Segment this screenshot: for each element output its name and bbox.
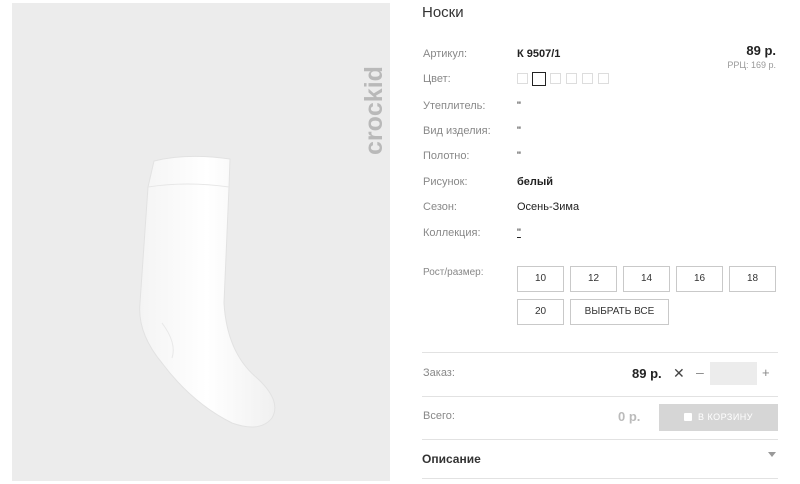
- chevron-down-icon[interactable]: [768, 452, 776, 457]
- divider: [422, 396, 778, 397]
- spec-label: Артикул:: [423, 48, 468, 60]
- spec-label: Утеплитель:: [423, 100, 486, 112]
- sock-image: [139, 155, 276, 428]
- color-swatch[interactable]: [582, 73, 593, 84]
- color-swatch-selected[interactable]: [532, 72, 546, 86]
- size-option-10[interactable]: 10: [517, 266, 564, 292]
- color-swatch[interactable]: [598, 73, 609, 84]
- add-to-cart-button[interactable]: В КОРЗИНУ: [659, 404, 778, 431]
- divider: [422, 439, 778, 440]
- spec-value: белый: [517, 176, 554, 188]
- size-option-14[interactable]: 14: [623, 266, 670, 292]
- divider: [422, 478, 778, 479]
- product-price: 89 р.: [746, 43, 776, 58]
- size-option-12[interactable]: 12: [570, 266, 617, 292]
- divider: [422, 352, 778, 353]
- brand-logo: crockid: [352, 21, 392, 156]
- spec-label: Рисунок:: [423, 176, 468, 188]
- select-all-sizes-button[interactable]: ВЫБРАТЬ ВСЕ: [570, 299, 669, 325]
- spec-label: Сезон:: [423, 201, 457, 213]
- add-to-cart-label: В КОРЗИНУ: [697, 412, 754, 422]
- color-swatch[interactable]: [566, 73, 577, 84]
- color-swatch[interactable]: [517, 73, 528, 84]
- spec-label: Вид изделия:: [423, 125, 491, 137]
- size-option-20[interactable]: 20: [517, 299, 564, 325]
- brand-logo-text: crockid: [360, 66, 388, 155]
- sizes-label: Рост/размер:: [423, 267, 484, 278]
- total-label: Всего:: [423, 410, 455, 422]
- description-toggle[interactable]: Описание: [422, 452, 481, 466]
- size-option-16[interactable]: 16: [676, 266, 723, 292]
- spec-value: К 9507/1: [517, 48, 561, 60]
- order-price: 89 р.: [632, 366, 662, 381]
- multiply-icon: ✕: [673, 365, 685, 381]
- total-value: 0 р.: [618, 409, 641, 424]
- quantity-input[interactable]: [710, 362, 757, 385]
- rrp-price: РРЦ: 169 р.: [727, 60, 776, 70]
- spec-label: Коллекция:: [423, 227, 481, 239]
- bag-icon: [683, 413, 692, 421]
- spec-value: Осень-Зима: [517, 201, 580, 213]
- size-option-18[interactable]: 18: [729, 266, 776, 292]
- spec-value: ": [517, 125, 521, 137]
- product-photo[interactable]: crockid: [12, 3, 390, 481]
- order-label: Заказ:: [423, 367, 455, 379]
- spec-label: Цвет:: [423, 73, 451, 85]
- spec-label: Полотно:: [423, 150, 470, 162]
- collection-link[interactable]: ": [517, 227, 521, 239]
- decrement-button[interactable]: –: [696, 364, 704, 380]
- spec-value: ": [517, 150, 521, 162]
- color-swatch[interactable]: [550, 73, 561, 84]
- spec-value: ": [517, 100, 521, 112]
- product-title: Носки: [422, 4, 464, 21]
- increment-button[interactable]: +: [762, 365, 770, 380]
